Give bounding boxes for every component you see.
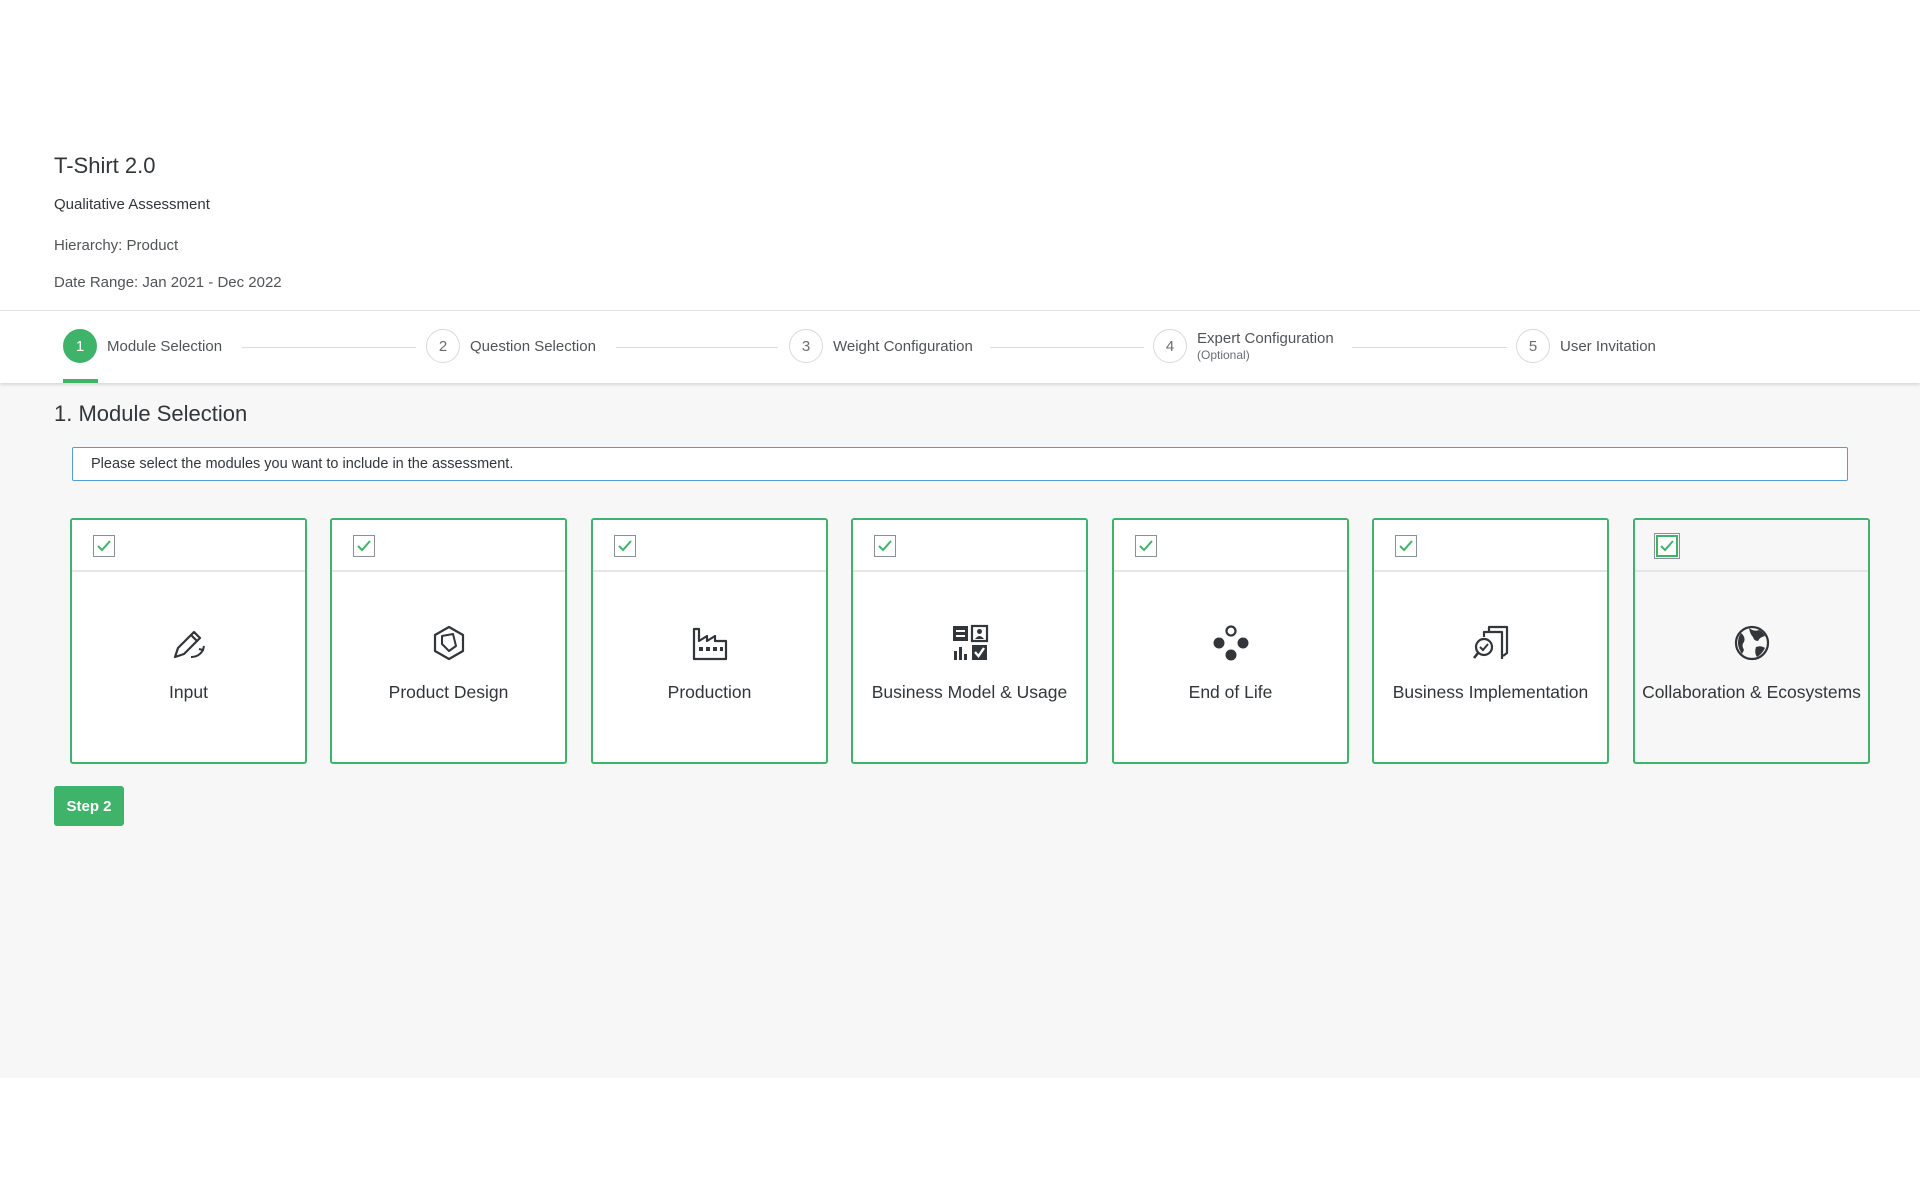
step-connector (616, 347, 778, 348)
checkmark-icon (618, 540, 632, 552)
hierarchy-text: Hierarchy: Product (54, 237, 179, 254)
module-checkbox[interactable] (353, 535, 375, 557)
main-content: 1. Module Selection Please select the mo… (0, 383, 1920, 1078)
module-checkbox[interactable] (614, 535, 636, 557)
module-label: Product Design (388, 682, 509, 702)
wizard-step-expert-configuration[interactable]: 4 Expert Configuration (Optional) (1153, 329, 1334, 363)
card-header (72, 520, 305, 572)
module-checkbox[interactable] (1654, 533, 1680, 559)
step-label: Question Selection (470, 337, 596, 355)
card-header (332, 520, 565, 572)
step-label: Module Selection (107, 337, 223, 355)
info-message-strip: Please select the modules you want to in… (72, 447, 1848, 481)
checkmark-icon (1139, 540, 1153, 552)
checkmark-icon (1660, 540, 1674, 552)
business-card-icon (952, 624, 988, 660)
step-2-button[interactable]: Step 2 (54, 786, 124, 826)
module-label: Business Model & Usage (871, 682, 1068, 702)
step-number: 4 (1153, 329, 1187, 363)
globe-icon (1734, 625, 1769, 661)
module-checkbox[interactable] (93, 535, 115, 557)
card-header (853, 520, 1086, 572)
page-subtitle: Qualitative Assessment (54, 196, 210, 213)
step-connector (242, 347, 416, 348)
page-header: T-Shirt 2.0 Qualitative Assessment Hiera… (0, 0, 1920, 309)
wizard-step-module-selection[interactable]: 1 Module Selection (63, 329, 222, 363)
checkmark-icon (357, 540, 371, 552)
module-card-business-implementation[interactable]: Business Implementation (1372, 518, 1609, 764)
pencil-icon (173, 630, 205, 659)
step-label-group: Expert Configuration (Optional) (1197, 330, 1334, 362)
module-checkbox[interactable] (874, 535, 896, 557)
module-label: Collaboration & Ecosystems (1642, 682, 1861, 702)
checkmark-icon (1399, 540, 1413, 552)
module-label: Business Implementation (1392, 682, 1589, 702)
active-step-indicator (63, 379, 98, 383)
card-header (1374, 520, 1607, 572)
page-title: T-Shirt 2.0 (54, 153, 156, 178)
module-card-end-of-life[interactable]: End of Life (1112, 518, 1349, 764)
date-range-text: Date Range: Jan 2021 - Dec 2022 (54, 274, 282, 291)
checkmark-icon (878, 540, 892, 552)
module-card-input[interactable]: Input (70, 518, 307, 764)
info-message-text: Please select the modules you want to in… (91, 456, 514, 472)
module-checkbox[interactable] (1395, 535, 1417, 557)
wizard-step-user-invitation[interactable]: 5 User Invitation (1516, 329, 1656, 363)
card-header (593, 520, 826, 572)
step-connector (990, 347, 1144, 348)
module-label: Production (667, 682, 752, 702)
module-card-collaboration-ecosystems[interactable]: Collaboration & Ecosystems (1633, 518, 1870, 764)
step-number: 2 (426, 329, 460, 363)
factory-icon (692, 627, 727, 661)
hexagon-box-icon (433, 625, 464, 661)
document-search-icon (1472, 625, 1508, 659)
step-label: User Invitation (1560, 337, 1656, 355)
card-header (1635, 520, 1868, 572)
step-label: Expert Configuration (1197, 330, 1334, 347)
module-checkbox[interactable] (1135, 535, 1157, 557)
card-header (1114, 520, 1347, 572)
step-number: 1 (63, 329, 97, 363)
step-connector (1352, 347, 1507, 348)
module-card-production[interactable]: Production (591, 518, 828, 764)
section-title: 1. Module Selection (54, 401, 248, 426)
step-number: 3 (789, 329, 823, 363)
wizard-progress-bar: 1 Module Selection 2 Question Selection … (0, 310, 1920, 383)
step-number: 5 (1516, 329, 1550, 363)
module-card-business-model-usage[interactable]: Business Model & Usage (851, 518, 1088, 764)
step-sublabel: (Optional) (1197, 348, 1250, 362)
checkmark-icon (97, 540, 111, 552)
module-label: End of Life (1188, 682, 1273, 702)
wizard-step-question-selection[interactable]: 2 Question Selection (426, 329, 596, 363)
dots-cluster-icon (1213, 625, 1248, 661)
module-label: Input (169, 682, 208, 702)
step-label: Weight Configuration (833, 337, 973, 355)
wizard-step-weight-configuration[interactable]: 3 Weight Configuration (789, 329, 973, 363)
module-card-product-design[interactable]: Product Design (330, 518, 567, 764)
